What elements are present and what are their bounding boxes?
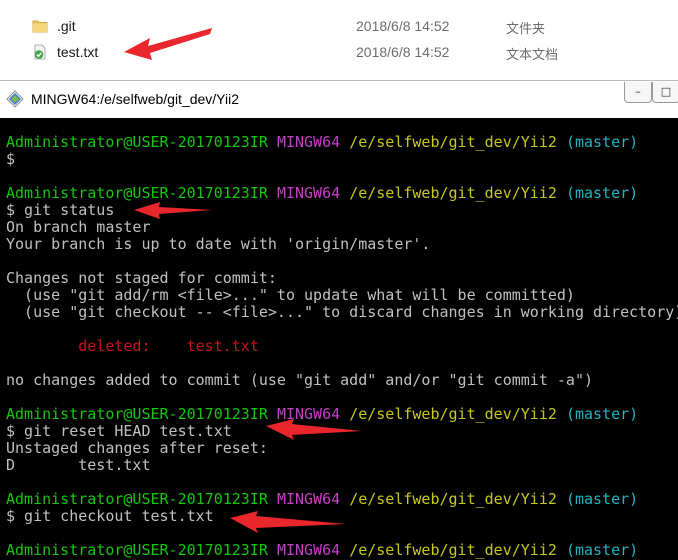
prompt-path: /e/selfweb/git_dev/Yii2 bbox=[349, 133, 557, 151]
file-type: 文件夹 bbox=[506, 22, 546, 37]
file-explorer-list: .git 2018/6/8 14:52 文件夹 test.txt 2018/6/… bbox=[0, 0, 678, 78]
maximize-icon: □ bbox=[660, 85, 672, 98]
prompt-user: Administrator@USER-20170123IR bbox=[6, 490, 268, 508]
prompt-branch: (master) bbox=[565, 133, 639, 151]
command-line: $ git reset HEAD test.txt bbox=[6, 422, 232, 440]
prompt-line: Administrator@USER-20170123IR MINGW64 /e… bbox=[6, 406, 678, 423]
minimize-button[interactable]: – bbox=[624, 82, 652, 103]
prompt-line: Administrator@USER-20170123IR MINGW64 /e… bbox=[6, 134, 678, 151]
output-line: Unstaged changes after reset: bbox=[6, 439, 268, 457]
deleted-line: deleted: test.txt bbox=[6, 338, 678, 355]
deleted-label: deleted: bbox=[78, 337, 151, 355]
prompt-branch: (master) bbox=[565, 541, 639, 559]
prompt-user: Administrator@USER-20170123IR bbox=[6, 405, 268, 423]
output-line: (use "git checkout -- <file>..." to disc… bbox=[6, 303, 678, 321]
window-title: MINGW64:/e/selfweb/git_dev/Yii2 bbox=[31, 91, 240, 107]
output-line: Your branch is up to date with 'origin/m… bbox=[6, 235, 431, 253]
output-line: D test.txt bbox=[6, 456, 151, 474]
prompt-system: MINGW64 bbox=[276, 133, 341, 151]
command-line: $ git status bbox=[6, 201, 115, 219]
prompt-path: /e/selfweb/git_dev/Yii2 bbox=[349, 490, 557, 508]
file-row-git[interactable]: .git 2018/6/8 14:52 文件夹 bbox=[0, 14, 678, 40]
file-name: test.txt bbox=[57, 44, 99, 60]
git-file-icon bbox=[34, 44, 46, 60]
output-line: no changes added to commit (use "git add… bbox=[6, 371, 593, 389]
output-line: Changes not staged for commit: bbox=[6, 269, 277, 287]
terminal-window: MINGW64:/e/selfweb/git_dev/Yii2 – □ Admi… bbox=[0, 80, 678, 560]
terminal-output[interactable]: Administrator@USER-20170123IR MINGW64 /e… bbox=[0, 118, 678, 560]
command-line: $ bbox=[6, 150, 16, 168]
file-type: 文本文档 bbox=[506, 48, 559, 63]
deleted-file: test.txt bbox=[186, 337, 259, 355]
minimize-icon: – bbox=[635, 85, 641, 98]
prompt-user: Administrator@USER-20170123IR bbox=[6, 541, 268, 559]
prompt-branch: (master) bbox=[565, 490, 639, 508]
prompt-path: /e/selfweb/git_dev/Yii2 bbox=[349, 184, 557, 202]
output-line: On branch master bbox=[6, 218, 151, 236]
output-line: (use "git add/rm <file>..." to update wh… bbox=[6, 286, 575, 304]
command-line: $ git checkout test.txt bbox=[6, 507, 214, 525]
prompt-system: MINGW64 bbox=[276, 405, 341, 423]
file-row-test-txt[interactable]: test.txt 2018/6/8 14:52 文本文档 bbox=[0, 40, 678, 66]
prompt-path: /e/selfweb/git_dev/Yii2 bbox=[349, 405, 557, 423]
prompt-system: MINGW64 bbox=[276, 490, 341, 508]
file-date: 2018/6/8 14:52 bbox=[356, 44, 450, 60]
file-name: .git bbox=[57, 18, 76, 34]
file-date: 2018/6/8 14:52 bbox=[356, 18, 450, 34]
prompt-system: MINGW64 bbox=[276, 541, 341, 559]
prompt-branch: (master) bbox=[565, 405, 639, 423]
maximize-button[interactable]: □ bbox=[652, 82, 678, 103]
mingw-app-icon bbox=[6, 90, 24, 108]
prompt-system: MINGW64 bbox=[276, 184, 341, 202]
prompt-line: Administrator@USER-20170123IR MINGW64 /e… bbox=[6, 542, 678, 559]
title-bar[interactable]: MINGW64:/e/selfweb/git_dev/Yii2 – □ bbox=[0, 80, 678, 119]
prompt-line: Administrator@USER-20170123IR MINGW64 /e… bbox=[6, 185, 678, 202]
prompt-line: Administrator@USER-20170123IR MINGW64 /e… bbox=[6, 491, 678, 508]
prompt-branch: (master) bbox=[565, 184, 639, 202]
folder-icon bbox=[32, 20, 48, 33]
prompt-path: /e/selfweb/git_dev/Yii2 bbox=[349, 541, 557, 559]
prompt-user: Administrator@USER-20170123IR bbox=[6, 184, 268, 202]
prompt-user: Administrator@USER-20170123IR bbox=[6, 133, 268, 151]
